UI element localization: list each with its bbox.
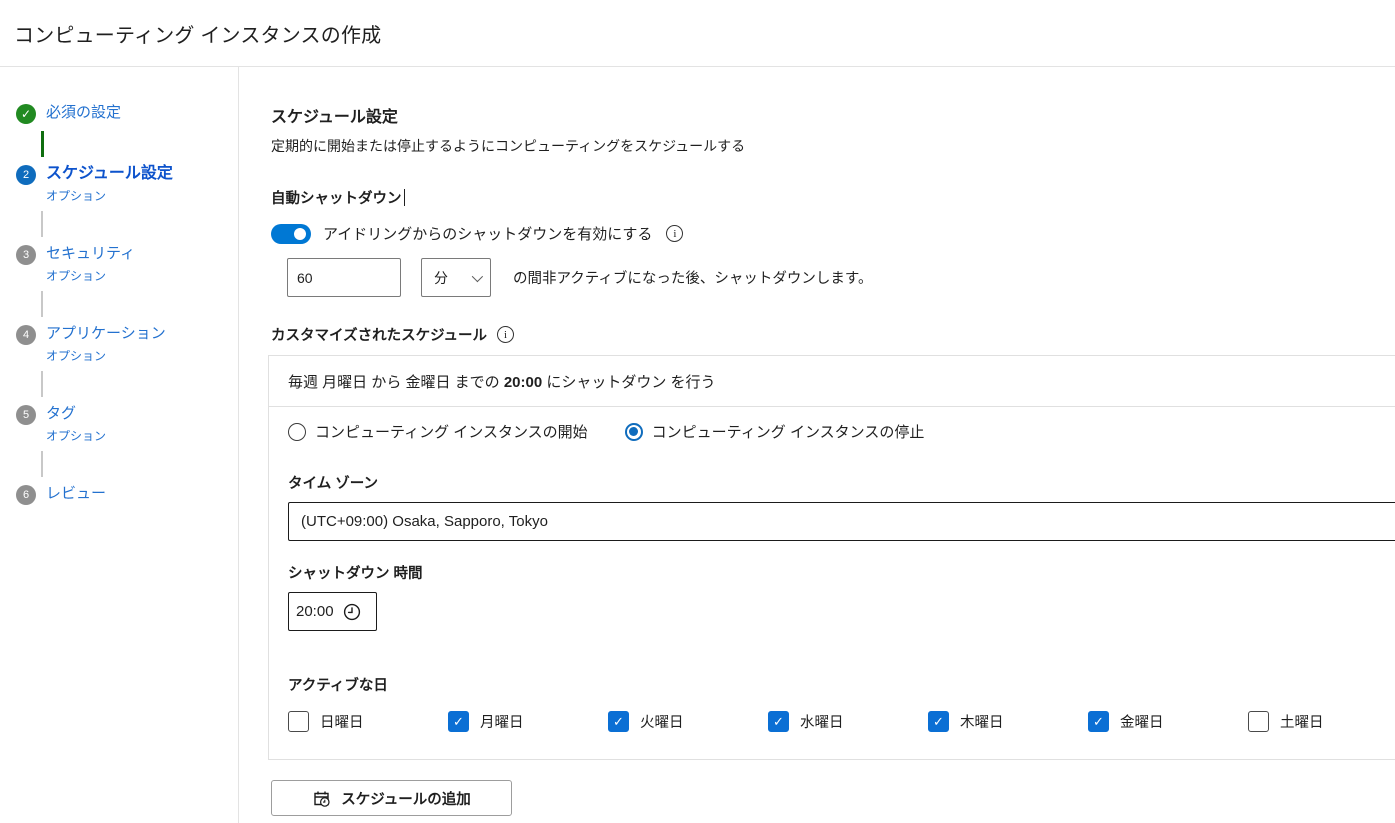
shutdown-time-value: 20:00 <box>296 603 334 620</box>
page-header: コンピューティング インスタンスの作成 <box>0 0 1395 67</box>
idle-shutdown-toggle-label: アイドリングからのシャットダウンを有効にする <box>323 223 652 244</box>
day-label: 水曜日 <box>800 711 844 732</box>
radio-stop-label: コンピューティング インスタンスの停止 <box>652 421 925 442</box>
step-4-badge: 4 <box>16 325 36 345</box>
step-connector <box>41 371 43 397</box>
wizard-steps-sidebar: ✓ 必須の設定 2 スケジュール設定 オプション 3 セキュリティ オプション … <box>0 67 239 823</box>
idle-minutes-input[interactable] <box>287 258 401 297</box>
radio-icon <box>288 423 306 441</box>
checkbox-icon: ✓ <box>768 711 789 732</box>
day-label: 火曜日 <box>640 711 684 732</box>
idle-shutdown-toggle[interactable] <box>271 224 311 244</box>
sidebar-step-required-settings[interactable]: ✓ 必須の設定 <box>16 103 238 124</box>
divider <box>269 406 1395 407</box>
timezone-select[interactable]: (UTC+09:00) Osaka, Sapporo, Tokyo <box>288 502 1395 541</box>
info-icon[interactable]: i <box>666 225 683 242</box>
day-label: 日曜日 <box>320 711 364 732</box>
day-label: 月曜日 <box>480 711 524 732</box>
step-label: スケジュール設定 <box>46 164 173 184</box>
day-label: 土曜日 <box>1280 711 1324 732</box>
sidebar-step-review[interactable]: 6 レビュー <box>16 484 238 505</box>
section-description: 定期的に開始または停止するようにコンピューティングをスケジュールする <box>271 136 1395 156</box>
day-label: 木曜日 <box>960 711 1004 732</box>
day-label: 金曜日 <box>1120 711 1164 732</box>
day-checkbox-wednesday[interactable]: ✓ 水曜日 <box>768 711 928 732</box>
shutdown-time-input[interactable]: 20:00 <box>288 592 377 631</box>
toggle-knob <box>294 228 306 240</box>
radio-icon <box>625 423 643 441</box>
step-optional-label: オプション <box>46 267 135 284</box>
step-completed-check-icon: ✓ <box>16 104 36 124</box>
schedule-card: 毎週 月曜日 から 金曜日 までの 20:00 にシャットダウン を行う コンピ… <box>268 355 1395 760</box>
step-label: 必須の設定 <box>46 103 121 123</box>
day-checkbox-sunday[interactable]: ✓ 日曜日 <box>288 711 448 732</box>
step-connector <box>41 291 43 317</box>
page-title: コンピューティング インスタンスの作成 <box>14 19 381 48</box>
clock-icon <box>343 603 361 621</box>
checkbox-icon: ✓ <box>608 711 629 732</box>
step-5-badge: 5 <box>16 405 36 425</box>
text-cursor <box>404 189 405 206</box>
radio-stop-instance[interactable]: コンピューティング インスタンスの停止 <box>625 421 925 442</box>
step-optional-label: オプション <box>46 347 166 364</box>
add-schedule-button[interactable]: スケジュールの追加 <box>271 780 512 816</box>
auto-shutdown-label: 自動シャットダウン <box>271 187 1395 208</box>
step-6-badge: 6 <box>16 485 36 505</box>
idle-suffix-text: の間非アクティブになった後、シャットダウンします。 <box>513 267 872 288</box>
active-days-label: アクティブな日 <box>288 674 1395 695</box>
sidebar-step-schedule-settings[interactable]: 2 スケジュール設定 オプション <box>16 164 238 204</box>
custom-schedule-label: カスタマイズされたスケジュール <box>271 324 487 345</box>
day-checkbox-saturday[interactable]: ✓ 土曜日 <box>1248 711 1395 732</box>
checkbox-icon: ✓ <box>448 711 469 732</box>
step-optional-label: オプション <box>46 427 106 444</box>
checkbox-icon: ✓ <box>288 711 309 732</box>
schedule-settings-panel: スケジュール設定 定期的に開始または停止するようにコンピューティングをスケジュー… <box>239 67 1395 823</box>
step-connector <box>41 131 44 157</box>
step-3-badge: 3 <box>16 245 36 265</box>
radio-start-instance[interactable]: コンピューティング インスタンスの開始 <box>288 421 588 442</box>
step-label: アプリケーション <box>46 324 166 344</box>
idle-unit-value: 分 <box>434 268 448 288</box>
add-schedule-calendar-clock-icon <box>312 789 331 808</box>
step-connector <box>41 451 43 477</box>
info-icon[interactable]: i <box>497 326 514 343</box>
add-schedule-button-label: スケジュールの追加 <box>341 788 470 809</box>
section-heading: スケジュール設定 <box>271 103 1395 127</box>
step-2-badge: 2 <box>16 165 36 185</box>
timezone-label: タイム ゾーン <box>288 472 1395 493</box>
day-checkbox-friday[interactable]: ✓ 金曜日 <box>1088 711 1248 732</box>
idle-unit-select[interactable]: 分 <box>421 258 491 297</box>
sidebar-step-tags[interactable]: 5 タグ オプション <box>16 404 238 444</box>
step-optional-label: オプション <box>46 187 173 204</box>
radio-start-label: コンピューティング インスタンスの開始 <box>315 421 588 442</box>
shutdown-time-label: シャットダウン 時間 <box>288 562 1395 583</box>
chevron-down-icon <box>472 270 483 281</box>
day-checkbox-tuesday[interactable]: ✓ 火曜日 <box>608 711 768 732</box>
step-label: セキュリティ <box>46 244 135 264</box>
checkbox-icon: ✓ <box>1088 711 1109 732</box>
checkbox-icon: ✓ <box>1248 711 1269 732</box>
step-label: タグ <box>46 404 106 424</box>
active-days-row: ✓ 日曜日 ✓ 月曜日 ✓ 火曜日 ✓ 水曜日 ✓ 木曜日 <box>288 711 1395 732</box>
day-checkbox-thursday[interactable]: ✓ 木曜日 <box>928 711 1088 732</box>
timezone-value: (UTC+09:00) Osaka, Sapporo, Tokyo <box>301 513 548 530</box>
checkbox-icon: ✓ <box>928 711 949 732</box>
step-connector <box>41 211 43 237</box>
schedule-summary: 毎週 月曜日 から 金曜日 までの 20:00 にシャットダウン を行う <box>288 356 1395 406</box>
sidebar-step-security[interactable]: 3 セキュリティ オプション <box>16 244 238 284</box>
step-label: レビュー <box>46 484 106 504</box>
sidebar-step-applications[interactable]: 4 アプリケーション オプション <box>16 324 238 364</box>
day-checkbox-monday[interactable]: ✓ 月曜日 <box>448 711 608 732</box>
